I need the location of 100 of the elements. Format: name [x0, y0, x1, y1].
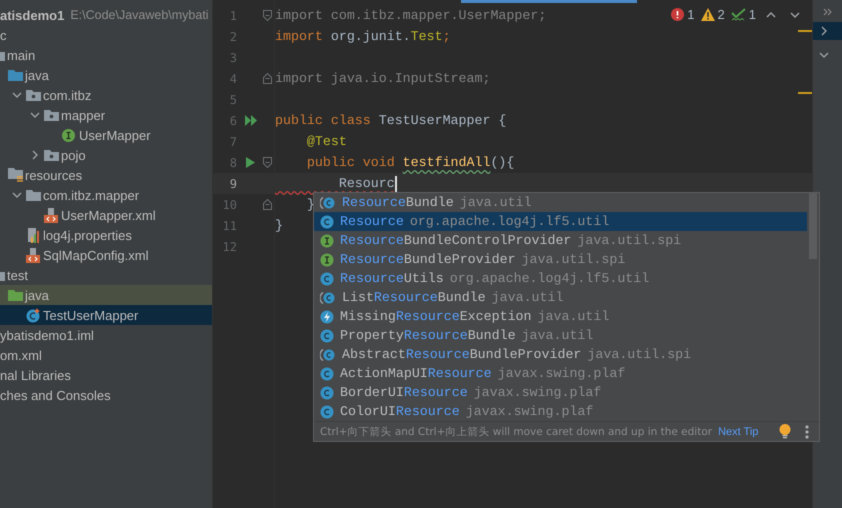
- completion-item[interactable]: ListResourceBundle java.util: [314, 288, 807, 307]
- tree-item-label: com.itbz.mapper: [43, 188, 140, 202]
- tree-row[interactable]: resources: [0, 165, 212, 185]
- completion-item[interactable]: ResourceBundleControlProvider java.util.spi: [314, 231, 807, 250]
- completion-name: AbstractResourceBundleProvider: [342, 347, 582, 362]
- chevron-down-icon[interactable]: [30, 110, 40, 120]
- folder-icon: [26, 189, 41, 201]
- code-text: @Test: [306, 134, 347, 149]
- line-number: 8: [228, 156, 238, 170]
- tree-item-label: UserMapper.xml: [61, 208, 156, 222]
- chevron-right-icon[interactable]: [30, 150, 40, 160]
- code-text: import com.itbz.mapper.UserMapper;: [275, 8, 546, 23]
- folder-icon: [8, 69, 23, 81]
- tree-row[interactable]: com.itbz: [0, 85, 212, 105]
- tree-row[interactable]: test: [0, 265, 212, 285]
- completion-name: ActionMapUIResource: [340, 366, 492, 381]
- line-number: 11: [222, 218, 238, 232]
- tree-row[interactable]: mapper: [0, 105, 212, 125]
- completion-name: PropertyResourceBundle: [340, 328, 516, 343]
- tree-item-label: c: [0, 28, 6, 42]
- chevron-right-icon[interactable]: [819, 26, 829, 36]
- chevron-down-icon[interactable]: [12, 90, 22, 100]
- tree-item-label: pojo: [61, 148, 86, 162]
- completion-item[interactable]: ActionMapUIResource javax.swing.plaf: [314, 364, 807, 383]
- tree-row[interactable]: nal Libraries: [0, 365, 212, 385]
- tree-row[interactable]: main: [0, 45, 212, 65]
- tree-item-label: ches and Consoles: [0, 388, 111, 402]
- more-icon[interactable]: [822, 8, 832, 16]
- tree-item-label: com.itbz: [43, 88, 92, 102]
- completion-name: ResourceBundle: [342, 195, 454, 210]
- tree-row[interactable]: UserMapper.xml: [0, 205, 212, 225]
- line-number: 6: [228, 114, 238, 128]
- fold-icon[interactable]: [262, 157, 272, 168]
- completion-package: javax.swing.plaf: [466, 404, 594, 419]
- completion-name: ListResourceBundle: [342, 290, 486, 305]
- code-text: import java.io.InputStream;: [275, 71, 490, 86]
- completion-item[interactable]: ColorUIResource javax.swing.plaf: [314, 402, 807, 421]
- code-text: testfindAll: [402, 155, 490, 170]
- properties-file-icon: [26, 228, 40, 242]
- completion-item[interactable]: Resource org.apache.log4j.lf5.util: [314, 212, 807, 231]
- fold-icon[interactable]: [262, 73, 272, 84]
- abstract-class-icon: [320, 290, 336, 304]
- abstract-class-icon: [320, 196, 336, 210]
- completion-package: javax.swing.plaf: [498, 366, 626, 381]
- tree-row[interactable]: java: [0, 285, 212, 305]
- code-text: TestUserMapper {: [378, 113, 506, 128]
- warning-marker: [798, 30, 812, 32]
- next-tip-link[interactable]: Next Tip: [718, 426, 758, 438]
- xml-file-icon: [44, 208, 58, 222]
- tree-row[interactable]: pojo: [0, 145, 212, 165]
- tree-row[interactable]: SqlMapConfig.xml: [0, 245, 212, 265]
- line-number: 1: [228, 8, 238, 22]
- completion-item[interactable]: ResourceUtils org.apache.log4j.lf5.util: [314, 269, 807, 288]
- completion-item[interactable]: ResourceBundle java.util: [314, 193, 807, 212]
- tree-row[interactable]: TestUserMapper: [0, 305, 212, 325]
- code-text: public class: [275, 113, 372, 128]
- line-number: 4: [228, 72, 238, 86]
- run-icon[interactable]: [246, 157, 256, 168]
- code-text: }: [306, 197, 315, 212]
- tree-row[interactable]: c: [0, 25, 212, 45]
- completion-package: javax.swing.plaf: [474, 385, 602, 400]
- tree-item-label: log4j.properties: [43, 228, 132, 242]
- package-icon: [26, 89, 41, 101]
- tree-item-label: ybatisdemo1.iml: [0, 328, 94, 342]
- completion-name: MissingResourceException: [340, 309, 532, 324]
- tree-row[interactable]: com.itbz.mapper: [0, 185, 212, 205]
- class-icon: [320, 366, 334, 380]
- completion-item[interactable]: BorderUIResource javax.swing.plaf: [314, 383, 807, 402]
- run-all-icon[interactable]: [245, 115, 257, 126]
- tree-item-label: UserMapper: [79, 128, 151, 142]
- tree-row[interactable]: UserMapper: [0, 125, 212, 145]
- tree-row[interactable]: ybatisdemo1.iml: [0, 325, 212, 345]
- completion-item[interactable]: AbstractResourceBundleProvider java.util.spi: [314, 345, 807, 364]
- tree-row[interactable]: java: [0, 65, 212, 85]
- completion-item[interactable]: MissingResourceException java.util: [314, 307, 807, 326]
- tree-row[interactable]: log4j.properties: [0, 225, 212, 245]
- class-icon: [320, 404, 334, 418]
- tree-item-label: java: [25, 288, 49, 302]
- completion-item[interactable]: PropertyResourceBundle java.util: [314, 326, 807, 345]
- tree-row[interactable]: om.xml: [0, 345, 212, 365]
- chevron-down-icon[interactable]: [12, 190, 22, 200]
- check-icon: [730, 8, 746, 21]
- chevron-down-icon[interactable]: [819, 50, 829, 60]
- inspection-count: 1: [748, 7, 756, 22]
- fold-icon[interactable]: [262, 199, 272, 210]
- tree-item-label: om.xml: [0, 348, 42, 362]
- warning-icon: [700, 8, 715, 21]
- interface-icon: [320, 234, 334, 248]
- package-icon: [44, 109, 59, 121]
- project-path: E:\Code\Javaweb\mybati: [70, 8, 209, 22]
- tree-row[interactable]: ches and Consoles: [0, 385, 212, 405]
- completion-name: BorderUIResource: [340, 385, 468, 400]
- completion-package: java.util.spi: [587, 347, 692, 362]
- text-cursor: [394, 176, 397, 192]
- fold-icon[interactable]: [262, 10, 272, 21]
- tree-item-label: nal Libraries: [0, 368, 71, 382]
- completion-item[interactable]: ResourceBundleProvider java.util.spi: [314, 250, 807, 269]
- tip-text: Ctrl+向下箭头 and Ctrl+向上箭头 will move caret down and up in the editor: [320, 424, 712, 438]
- scrollbar-thumb[interactable]: [809, 193, 817, 259]
- completion-package: java.util: [492, 290, 564, 305]
